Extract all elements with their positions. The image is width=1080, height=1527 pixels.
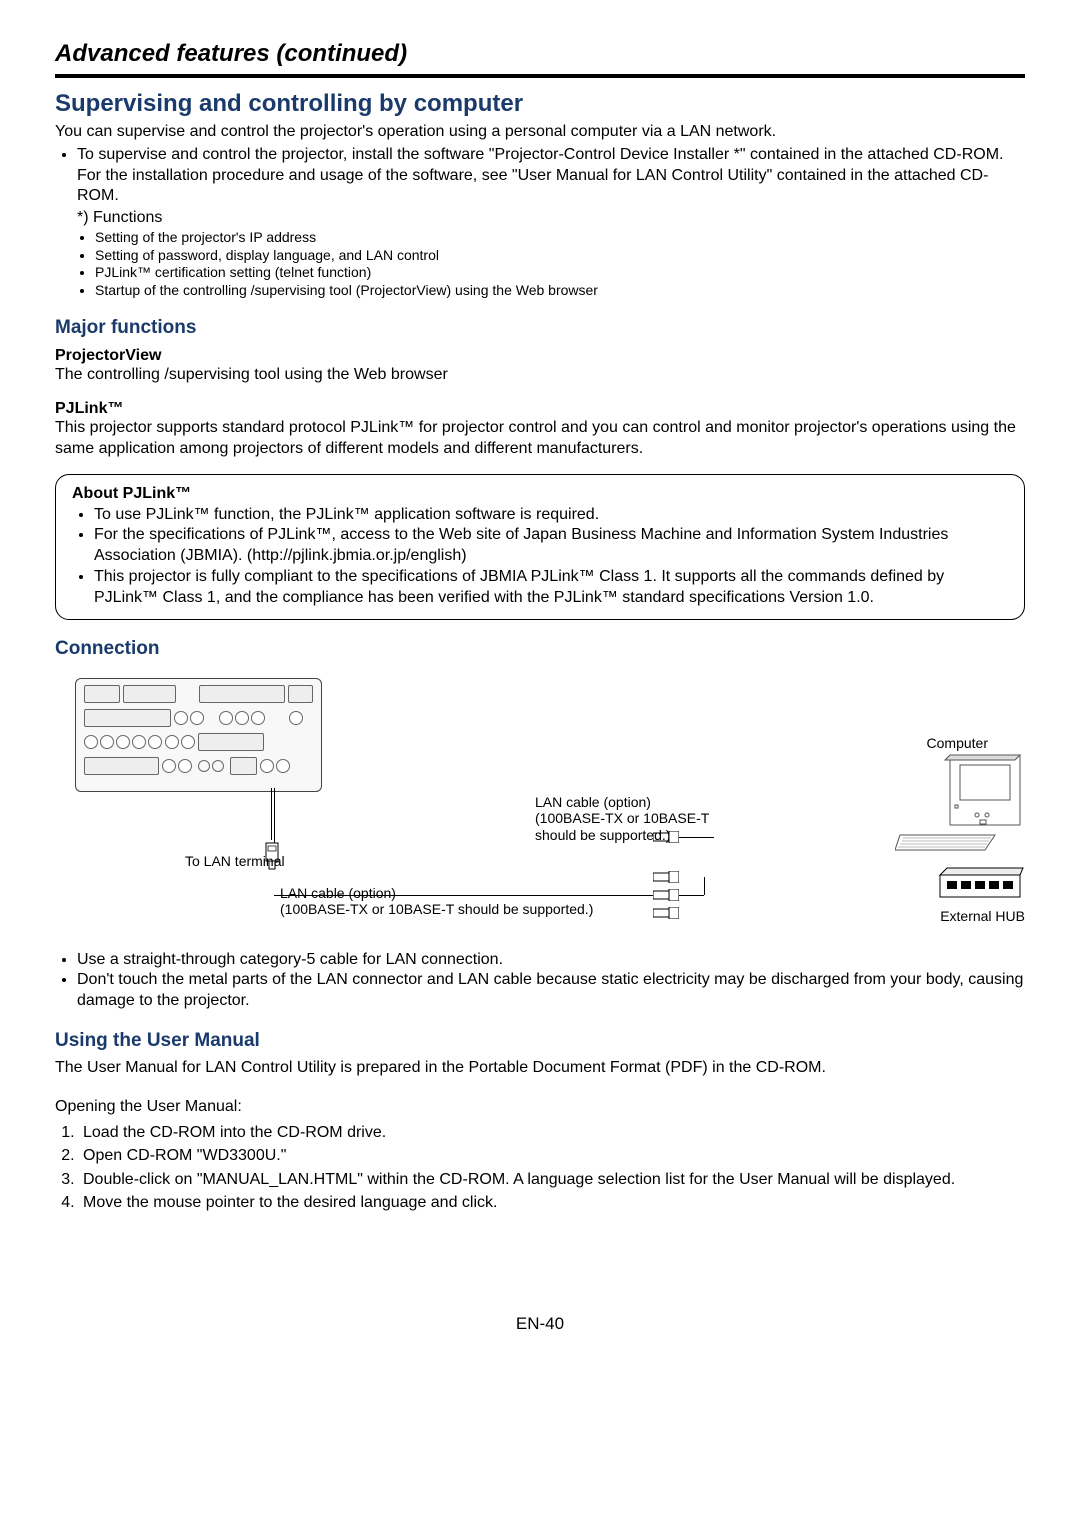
section-heading: Supervising and controlling by computer (55, 90, 1025, 118)
sub-heading-connection: Connection (55, 638, 1025, 660)
pjlink-text: This projector supports standard protoco… (55, 418, 1025, 460)
text: (100BASE-TX or 10BASE-T (535, 810, 709, 826)
chapter-title: Advanced features (continued) (55, 40, 1025, 68)
hub-icon (935, 865, 1025, 905)
manual-step: Move the mouse pointer to the desired la… (79, 1192, 1025, 1214)
connection-note: Use a straight-through category-5 cable … (77, 950, 1025, 971)
computer-icon (895, 750, 1025, 860)
computer-label: Computer (927, 735, 988, 751)
page-number: EN-40 (55, 1314, 1025, 1334)
divider (55, 74, 1025, 78)
function-item: Setting of password, display language, a… (95, 247, 1025, 265)
bullet-item: To supervise and control the projector, … (77, 145, 1025, 207)
about-pjlink-box: About PJLink™ To use PJLink™ function, t… (55, 474, 1025, 620)
hub-label: External HUB (940, 908, 1025, 924)
manual-step: Double-click on "MANUAL_LAN.HTML" within… (79, 1169, 1025, 1191)
about-pjlink-heading: About PJLink™ (72, 485, 1008, 503)
about-item: To use PJLink™ function, the PJLink™ app… (94, 505, 1008, 526)
function-item: Setting of the projector's IP address (95, 229, 1025, 247)
about-item: For the specifications of PJLink™, acces… (94, 525, 1008, 567)
sub-heading-manual: Using the User Manual (55, 1030, 1025, 1052)
manual-step: Open CD-ROM "WD3300U." (79, 1145, 1025, 1167)
text: (100BASE-TX or 10BASE-T should be suppor… (280, 901, 593, 917)
projector-rear-panel (75, 678, 322, 792)
manual-opening: Opening the User Manual: (55, 1097, 1025, 1118)
pjlink-heading: PJLink™ (55, 400, 1025, 418)
connection-note: Don't touch the metal parts of the LAN c… (77, 970, 1025, 1012)
to-lan-label: To LAN terminal (185, 853, 285, 869)
manual-intro: The User Manual for LAN Control Utility … (55, 1058, 1025, 1079)
function-item: PJLink™ certification setting (telnet fu… (95, 264, 1025, 282)
lan-cable-note-2: LAN cable (option) (100BASE-TX or 10BASE… (535, 794, 709, 844)
function-item: Startup of the controlling /supervising … (95, 282, 1025, 300)
rj45-icon (653, 871, 679, 883)
functions-label: *) Functions (77, 209, 1025, 227)
lan-cable-note-1: LAN cable (option) (100BASE-TX or 10BASE… (280, 885, 593, 919)
text: LAN cable (option) (280, 885, 396, 901)
text: LAN cable (option) (535, 794, 651, 810)
rj45-icon (653, 907, 679, 919)
projectorview-text: The controlling /supervising tool using … (55, 365, 1025, 386)
section-intro: You can supervise and control the projec… (55, 122, 1025, 143)
rj45-icon (653, 889, 679, 901)
connection-diagram: To LAN terminal LAN cable (option) (100B… (55, 670, 1025, 930)
about-item: This projector is fully compliant to the… (94, 567, 1008, 609)
sub-heading-major: Major functions (55, 317, 1025, 339)
manual-step: Load the CD-ROM into the CD-ROM drive. (79, 1122, 1025, 1144)
text: should be supported.) (535, 827, 670, 843)
projectorview-heading: ProjectorView (55, 347, 1025, 365)
